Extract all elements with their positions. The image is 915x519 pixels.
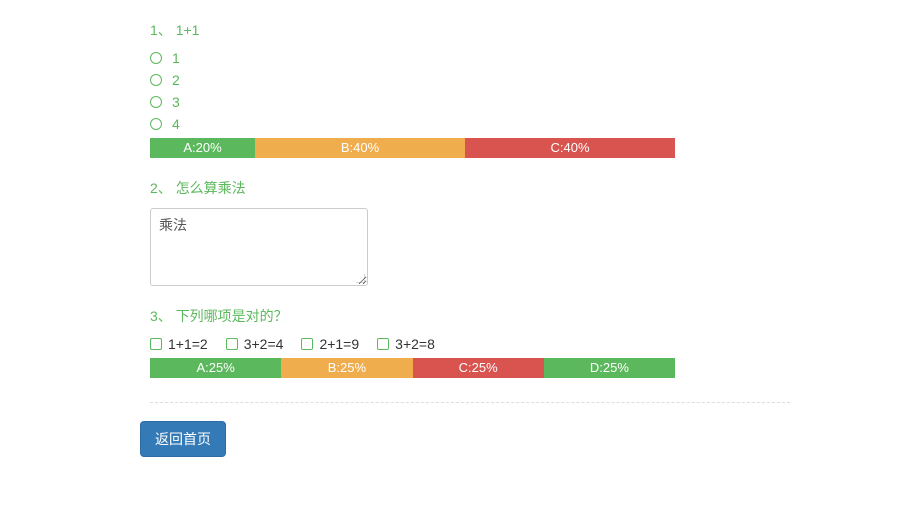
radio-icon (150, 52, 162, 64)
divider (150, 402, 790, 403)
back-home-button[interactable]: 返回首页 (140, 421, 226, 457)
option-label: 1+1=2 (168, 336, 208, 352)
radio-icon (150, 74, 162, 86)
checkbox-icon (377, 338, 389, 350)
question-2-textarea[interactable]: 乘法 (150, 208, 368, 286)
question-1: 1、 1+1 1 2 3 4 A:20% B:40% C:40% (150, 20, 915, 158)
question-1-text: 1+1 (176, 22, 200, 38)
question-1-stats-bar: A:20% B:40% C:40% (150, 138, 675, 158)
back-button-label: 返回首页 (155, 431, 211, 447)
checkbox-icon (226, 338, 238, 350)
question-3-stats-bar: A:25% B:25% C:25% D:25% (150, 358, 675, 378)
stats-segment-c: C:25% (413, 358, 544, 378)
radio-icon (150, 96, 162, 108)
radio-icon (150, 118, 162, 130)
question-2-number: 2、 (150, 180, 172, 196)
stats-label: A:20% (183, 140, 221, 155)
option-label: 2+1=9 (319, 336, 359, 352)
question-3-number: 3、 (150, 308, 172, 324)
question-3-option-1[interactable]: 1+1=2 (150, 336, 208, 352)
checkbox-icon (301, 338, 313, 350)
stats-label: B:25% (328, 360, 366, 375)
stats-label: A:25% (196, 360, 234, 375)
question-2: 2、 怎么算乘法 乘法 (150, 178, 915, 286)
question-1-option-3[interactable]: 3 (150, 94, 915, 110)
stats-label: B:40% (341, 140, 379, 155)
question-1-option-1[interactable]: 1 (150, 50, 915, 66)
stats-segment-a: A:25% (150, 358, 281, 378)
stats-label: C:25% (459, 360, 498, 375)
stats-segment-b: B:25% (281, 358, 412, 378)
question-1-option-4[interactable]: 4 (150, 116, 915, 132)
stats-label: D:25% (590, 360, 629, 375)
stats-segment-c: C:40% (465, 138, 675, 158)
option-label: 1 (172, 50, 180, 66)
question-3-title: 3、 下列哪项是对的？ (150, 306, 915, 326)
question-2-title: 2、 怎么算乘法 (150, 178, 915, 198)
question-3-options: 1+1=2 3+2=4 2+1=9 3+2=8 (150, 336, 915, 352)
textarea-value: 乘法 (159, 217, 187, 233)
question-1-title: 1、 1+1 (150, 20, 915, 40)
question-3-option-3[interactable]: 2+1=9 (301, 336, 359, 352)
checkbox-icon (150, 338, 162, 350)
question-3-text: 下列哪项是对的？ (176, 308, 288, 324)
question-3: 3、 下列哪项是对的？ 1+1=2 3+2=4 2+1=9 3+2=8 A:25… (150, 306, 915, 378)
question-1-option-2[interactable]: 2 (150, 72, 915, 88)
stats-segment-a: A:20% (150, 138, 255, 158)
question-3-option-2[interactable]: 3+2=4 (226, 336, 284, 352)
question-2-text: 怎么算乘法 (176, 180, 246, 196)
stats-segment-d: D:25% (544, 358, 675, 378)
question-1-number: 1、 (150, 22, 172, 38)
option-label: 4 (172, 116, 180, 132)
option-label: 3+2=8 (395, 336, 435, 352)
option-label: 3+2=4 (244, 336, 284, 352)
option-label: 2 (172, 72, 180, 88)
question-3-option-4[interactable]: 3+2=8 (377, 336, 435, 352)
option-label: 3 (172, 94, 180, 110)
quiz-container: 1、 1+1 1 2 3 4 A:20% B:40% C:40% 2、 怎么算乘… (0, 0, 915, 487)
stats-segment-b: B:40% (255, 138, 465, 158)
stats-label: C:40% (550, 140, 589, 155)
